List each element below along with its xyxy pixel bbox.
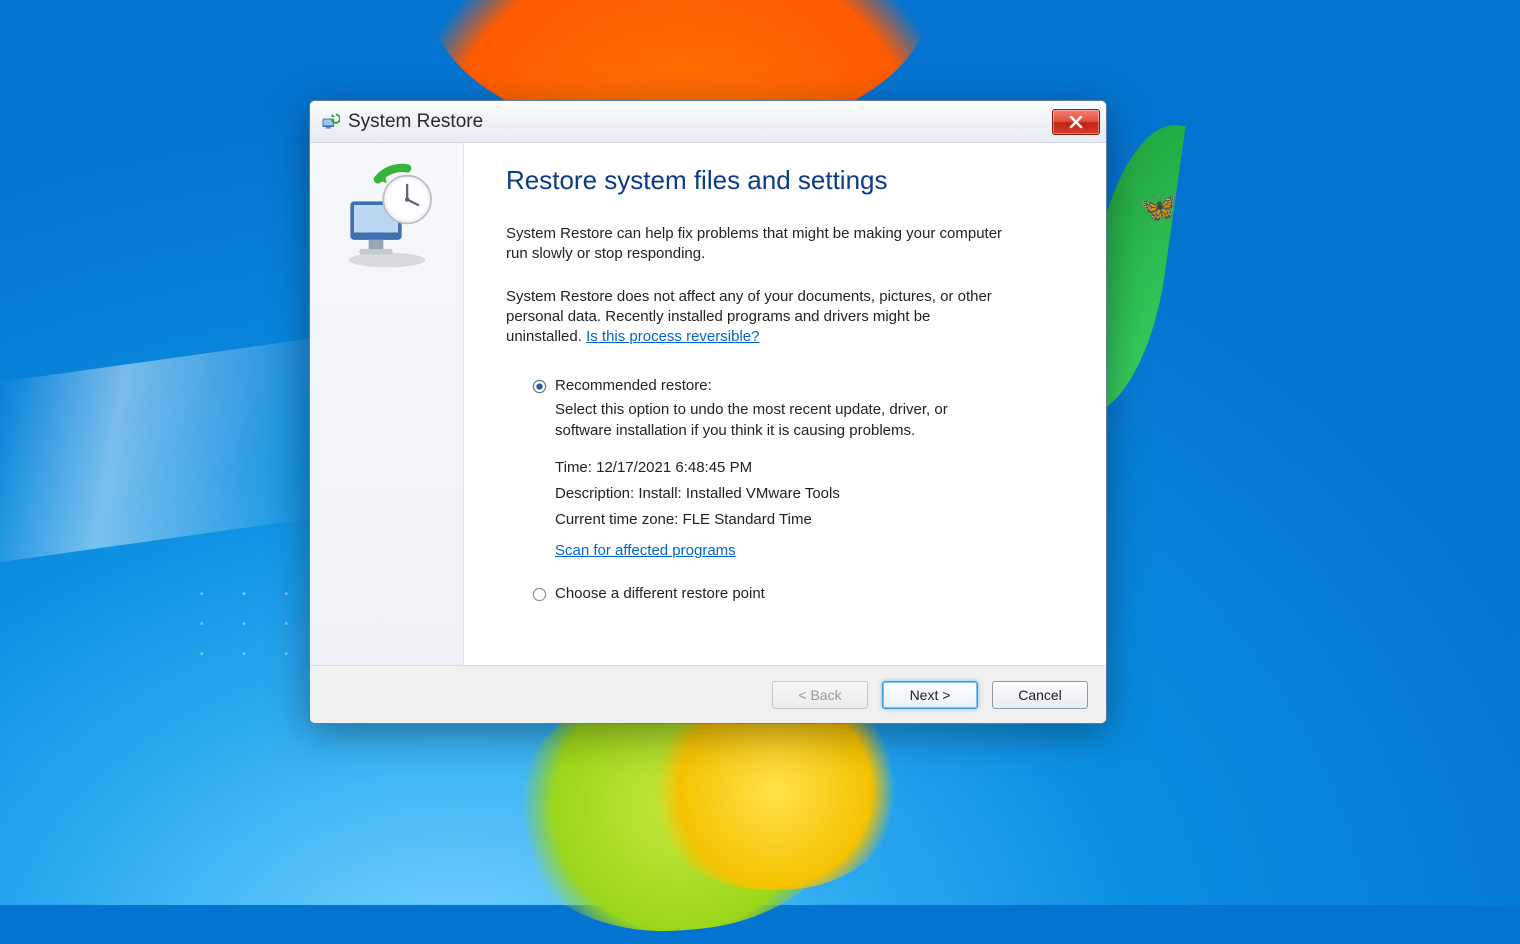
- close-icon: [1069, 115, 1083, 129]
- wizard-side-panel: [310, 143, 464, 665]
- different-restore-point-label: Choose a different restore point: [555, 585, 765, 602]
- restore-options: Recommended restore: Select this option …: [532, 377, 1058, 601]
- recommended-restore-details: Select this option to undo the most rece…: [555, 400, 1058, 558]
- wizard-footer: < Back Next > Cancel: [310, 665, 1106, 723]
- system-restore-window: System Restore R: [309, 100, 1107, 724]
- close-button[interactable]: [1052, 109, 1100, 135]
- system-restore-graphic-icon: [332, 161, 442, 271]
- system-restore-icon: [320, 112, 340, 132]
- reversible-help-link[interactable]: Is this process reversible?: [586, 328, 759, 345]
- restore-point-timezone: Current time zone: FLE Standard Time: [555, 507, 1058, 533]
- recommended-restore-description: Select this option to undo the most rece…: [555, 400, 985, 441]
- scan-affected-programs-link[interactable]: Scan for affected programs: [555, 542, 736, 559]
- restore-point-description: Description: Install: Installed VMware T…: [555, 481, 1058, 507]
- wallpaper-butterfly: 🦋: [1140, 190, 1177, 225]
- page-heading: Restore system files and settings: [506, 165, 1058, 196]
- next-button[interactable]: Next >: [882, 681, 978, 709]
- wizard-client-area: Restore system files and settings System…: [310, 143, 1106, 665]
- wizard-content: Restore system files and settings System…: [464, 143, 1106, 665]
- different-restore-point-option[interactable]: Choose a different restore point: [532, 585, 1058, 602]
- intro-paragraph-1: System Restore can help fix problems tha…: [506, 224, 1006, 265]
- titlebar[interactable]: System Restore: [310, 101, 1106, 143]
- window-title: System Restore: [348, 111, 1052, 133]
- intro-paragraph-2: System Restore does not affect any of yo…: [506, 287, 1006, 348]
- back-button[interactable]: < Back: [772, 681, 868, 709]
- recommended-restore-label: Recommended restore:: [555, 377, 712, 394]
- cancel-button[interactable]: Cancel: [992, 681, 1088, 709]
- radio-unselected-icon: [532, 587, 547, 602]
- radio-selected-icon: [532, 379, 547, 394]
- recommended-restore-option[interactable]: Recommended restore:: [532, 377, 1058, 394]
- restore-point-time: Time: 12/17/2021 6:48:45 PM: [555, 455, 1058, 481]
